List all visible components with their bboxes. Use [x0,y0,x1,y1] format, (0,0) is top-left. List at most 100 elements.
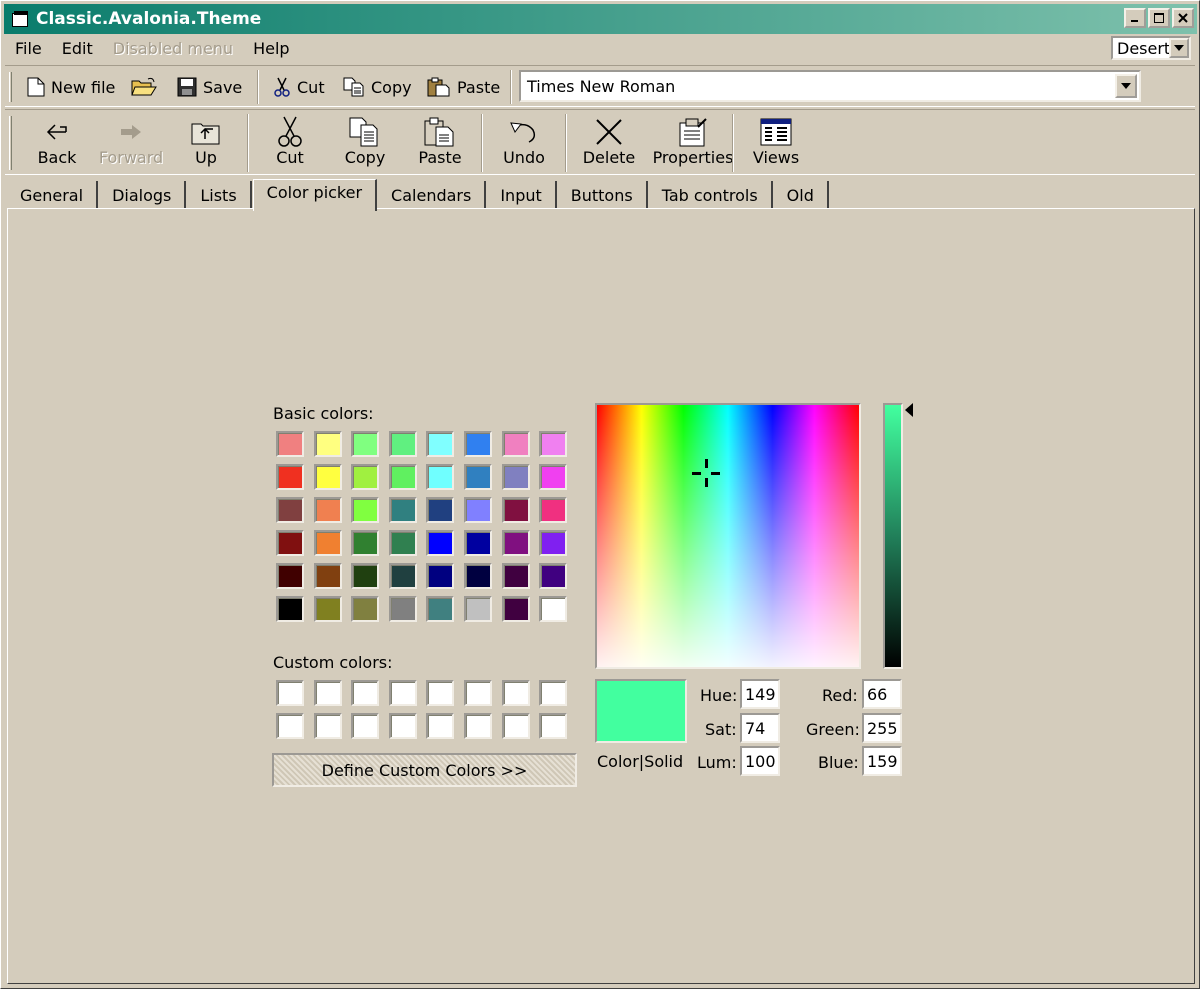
custom-color-swatch[interactable] [388,680,417,706]
custom-color-swatch[interactable] [501,713,530,739]
menu-help[interactable]: Help [243,39,299,58]
custom-color-swatch[interactable] [351,680,380,706]
back-button[interactable]: Back [19,116,95,172]
maximize-button[interactable] [1148,8,1170,28]
basic-color-swatch[interactable] [351,563,380,589]
blue-input[interactable]: 159 [862,746,902,776]
theme-select[interactable]: Desert [1111,36,1191,60]
basic-color-swatch[interactable] [313,596,342,622]
basic-color-swatch[interactable] [276,596,304,622]
tab-buttons[interactable]: Buttons [558,181,648,209]
tab-lists[interactable]: Lists [187,181,252,209]
luminance-arrow-icon[interactable] [905,403,913,417]
custom-color-swatch[interactable] [276,680,304,706]
menu-edit[interactable]: Edit [52,39,103,58]
red-input[interactable]: 66 [862,679,902,709]
sat-input[interactable]: 74 [740,713,780,743]
up-button[interactable]: Up [168,116,244,172]
basic-color-swatch[interactable] [464,431,492,457]
custom-color-swatch[interactable] [426,680,455,706]
font-dropdown-button[interactable] [1115,74,1137,98]
properties-button[interactable]: Properties [649,116,737,172]
lum-input[interactable]: 100 [740,746,780,776]
close-button[interactable] [1172,8,1194,28]
custom-color-swatch[interactable] [464,713,492,739]
basic-color-swatch[interactable] [388,431,417,457]
undo-button[interactable]: Undo [486,116,562,172]
basic-color-swatch[interactable] [351,530,380,556]
theme-dropdown-button[interactable] [1169,38,1189,58]
basic-color-swatch[interactable] [464,464,492,490]
color-spectrum[interactable] [595,403,861,669]
basic-color-swatch[interactable] [276,530,304,556]
basic-color-swatch[interactable] [501,464,530,490]
luminance-slider[interactable] [883,403,903,669]
basic-color-swatch[interactable] [426,563,455,589]
basic-color-swatch[interactable] [464,530,492,556]
basic-color-swatch[interactable] [539,497,568,523]
basic-color-swatch[interactable] [276,464,304,490]
tab-input[interactable]: Input [487,181,557,209]
basic-color-swatch[interactable] [426,596,455,622]
menu-file[interactable]: File [5,39,52,58]
basic-color-swatch[interactable] [501,497,530,523]
basic-color-swatch[interactable] [313,530,342,556]
basic-color-swatch[interactable] [276,431,304,457]
crosshair-icon[interactable] [690,457,722,489]
custom-color-swatch[interactable] [426,713,455,739]
open-button[interactable] [131,72,157,102]
basic-color-swatch[interactable] [313,464,342,490]
basic-color-swatch[interactable] [501,596,530,622]
basic-color-swatch[interactable] [501,431,530,457]
tab-old[interactable]: Old [774,181,829,209]
basic-color-swatch[interactable] [426,530,455,556]
define-custom-colors-button[interactable]: Define Custom Colors >> [272,753,577,787]
copy-button-large[interactable]: Copy [327,116,403,172]
delete-button[interactable]: Delete [571,116,647,172]
custom-color-swatch[interactable] [351,713,380,739]
basic-color-swatch[interactable] [388,530,417,556]
basic-color-swatch[interactable] [313,431,342,457]
basic-color-swatch[interactable] [539,530,568,556]
toolbar-grip[interactable] [9,72,12,102]
toolbar-grip[interactable] [9,116,12,170]
basic-color-swatch[interactable] [426,464,455,490]
basic-color-swatch[interactable] [501,530,530,556]
basic-color-swatch[interactable] [351,464,380,490]
basic-color-swatch[interactable] [539,431,568,457]
green-input[interactable]: 255 [862,713,902,743]
basic-color-swatch[interactable] [313,563,342,589]
basic-color-swatch[interactable] [313,497,342,523]
basic-color-swatch[interactable] [464,563,492,589]
basic-color-swatch[interactable] [501,563,530,589]
basic-color-swatch[interactable] [539,563,568,589]
basic-color-swatch[interactable] [388,464,417,490]
custom-color-swatch[interactable] [501,680,530,706]
custom-color-swatch[interactable] [539,713,568,739]
minimize-button[interactable] [1124,8,1146,28]
custom-color-swatch[interactable] [313,680,342,706]
custom-color-swatch[interactable] [276,713,304,739]
basic-color-swatch[interactable] [388,563,417,589]
tab-color-picker[interactable]: Color picker [252,179,378,211]
new-file-button[interactable]: New file [27,72,115,102]
custom-color-swatch[interactable] [313,713,342,739]
cut-button-large[interactable]: Cut [252,116,328,172]
font-select[interactable]: Times New Roman [519,70,1141,102]
tab-dialogs[interactable]: Dialogs [99,181,187,209]
title-bar[interactable]: Classic.Avalonia.Theme [4,4,1197,34]
basic-color-swatch[interactable] [388,497,417,523]
tab-general[interactable]: General [7,181,99,209]
basic-color-swatch[interactable] [539,596,568,622]
basic-color-swatch[interactable] [276,563,304,589]
paste-button[interactable]: Paste [427,72,500,102]
tab-calendars[interactable]: Calendars [378,181,487,209]
paste-button-large[interactable]: Paste [402,116,478,172]
save-button[interactable]: Save [177,72,242,102]
views-button[interactable]: Views [738,116,814,172]
basic-color-swatch[interactable] [351,596,380,622]
custom-color-swatch[interactable] [539,680,568,706]
basic-color-swatch[interactable] [426,497,455,523]
custom-color-swatch[interactable] [464,680,492,706]
hue-input[interactable]: 149 [740,679,780,709]
